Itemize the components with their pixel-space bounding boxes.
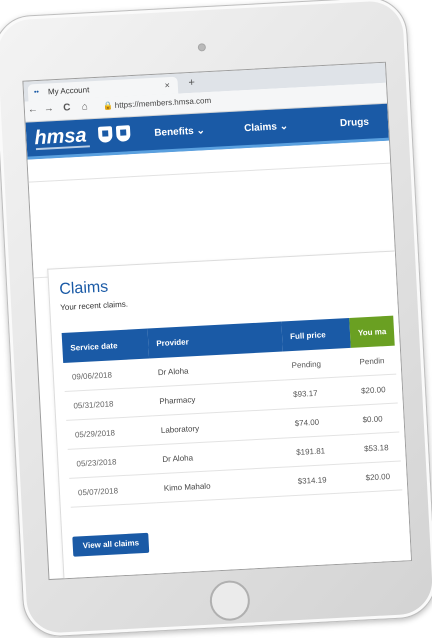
lock-icon: 🔒: [102, 101, 113, 111]
reload-icon[interactable]: C: [61, 102, 74, 114]
divider: [28, 162, 391, 183]
row-you-pay: $20.00: [352, 374, 399, 406]
forward-icon[interactable]: →: [43, 103, 56, 115]
home-icon[interactable]: ⌂: [79, 101, 92, 113]
back-icon[interactable]: ←: [27, 104, 40, 116]
nav-benefits[interactable]: Benefits ⌄: [154, 125, 205, 139]
row-full-price: $74.00: [285, 405, 356, 438]
row-date: 05/29/2018: [66, 415, 154, 450]
row-date: 05/31/2018: [64, 386, 153, 421]
row-you-pay: $53.18: [355, 431, 402, 464]
home-button[interactable]: [208, 579, 251, 622]
row-full-price: $93.17: [284, 376, 354, 409]
row-full-price: Pending: [282, 347, 353, 380]
row-you-pay: $20.00: [356, 460, 403, 493]
row-full-price: $314.19: [288, 463, 359, 496]
claims-card: Claims Your recent claims. Service date …: [47, 249, 413, 581]
nav-drugs[interactable]: Drugs: [340, 117, 369, 129]
row-provider: Kimo Mahalo: [155, 466, 291, 503]
claims-table: Service date Provider Full price You ma …: [61, 315, 403, 508]
row-date: 05/23/2018: [67, 444, 156, 479]
row-date: 05/07/2018: [69, 473, 157, 508]
screen: •• My Account × + ← → C ⌂ 🔒 https://memb…: [22, 61, 413, 581]
col-full-price[interactable]: Full price: [281, 317, 351, 352]
camera-icon: [197, 43, 207, 52]
close-tab-icon[interactable]: ×: [164, 77, 170, 94]
view-all-claims-button[interactable]: View all claims: [72, 532, 150, 557]
col-service-date[interactable]: Service date: [61, 328, 150, 364]
nav-claims[interactable]: Claims ⌄: [244, 121, 288, 134]
claims-subtitle: Your recent claims.: [60, 299, 129, 313]
claims-title: Claims: [58, 278, 109, 299]
favicon-icon: ••: [33, 88, 40, 97]
row-date: 09/06/2018: [63, 358, 151, 392]
shield-logo-icon: [115, 125, 131, 142]
new-tab-button[interactable]: +: [183, 75, 200, 92]
col-you-may-owe[interactable]: You ma: [349, 315, 396, 348]
row-you-pay: $0.00: [353, 403, 400, 435]
cross-logo-icon: [97, 126, 113, 143]
row-full-price: $191.81: [287, 434, 357, 467]
url-field[interactable]: https://members.hmsa.com: [115, 96, 212, 110]
tablet-device: •• My Account × + ← → C ⌂ 🔒 https://memb…: [0, 0, 432, 638]
row-you-pay: Pendin: [350, 345, 397, 377]
